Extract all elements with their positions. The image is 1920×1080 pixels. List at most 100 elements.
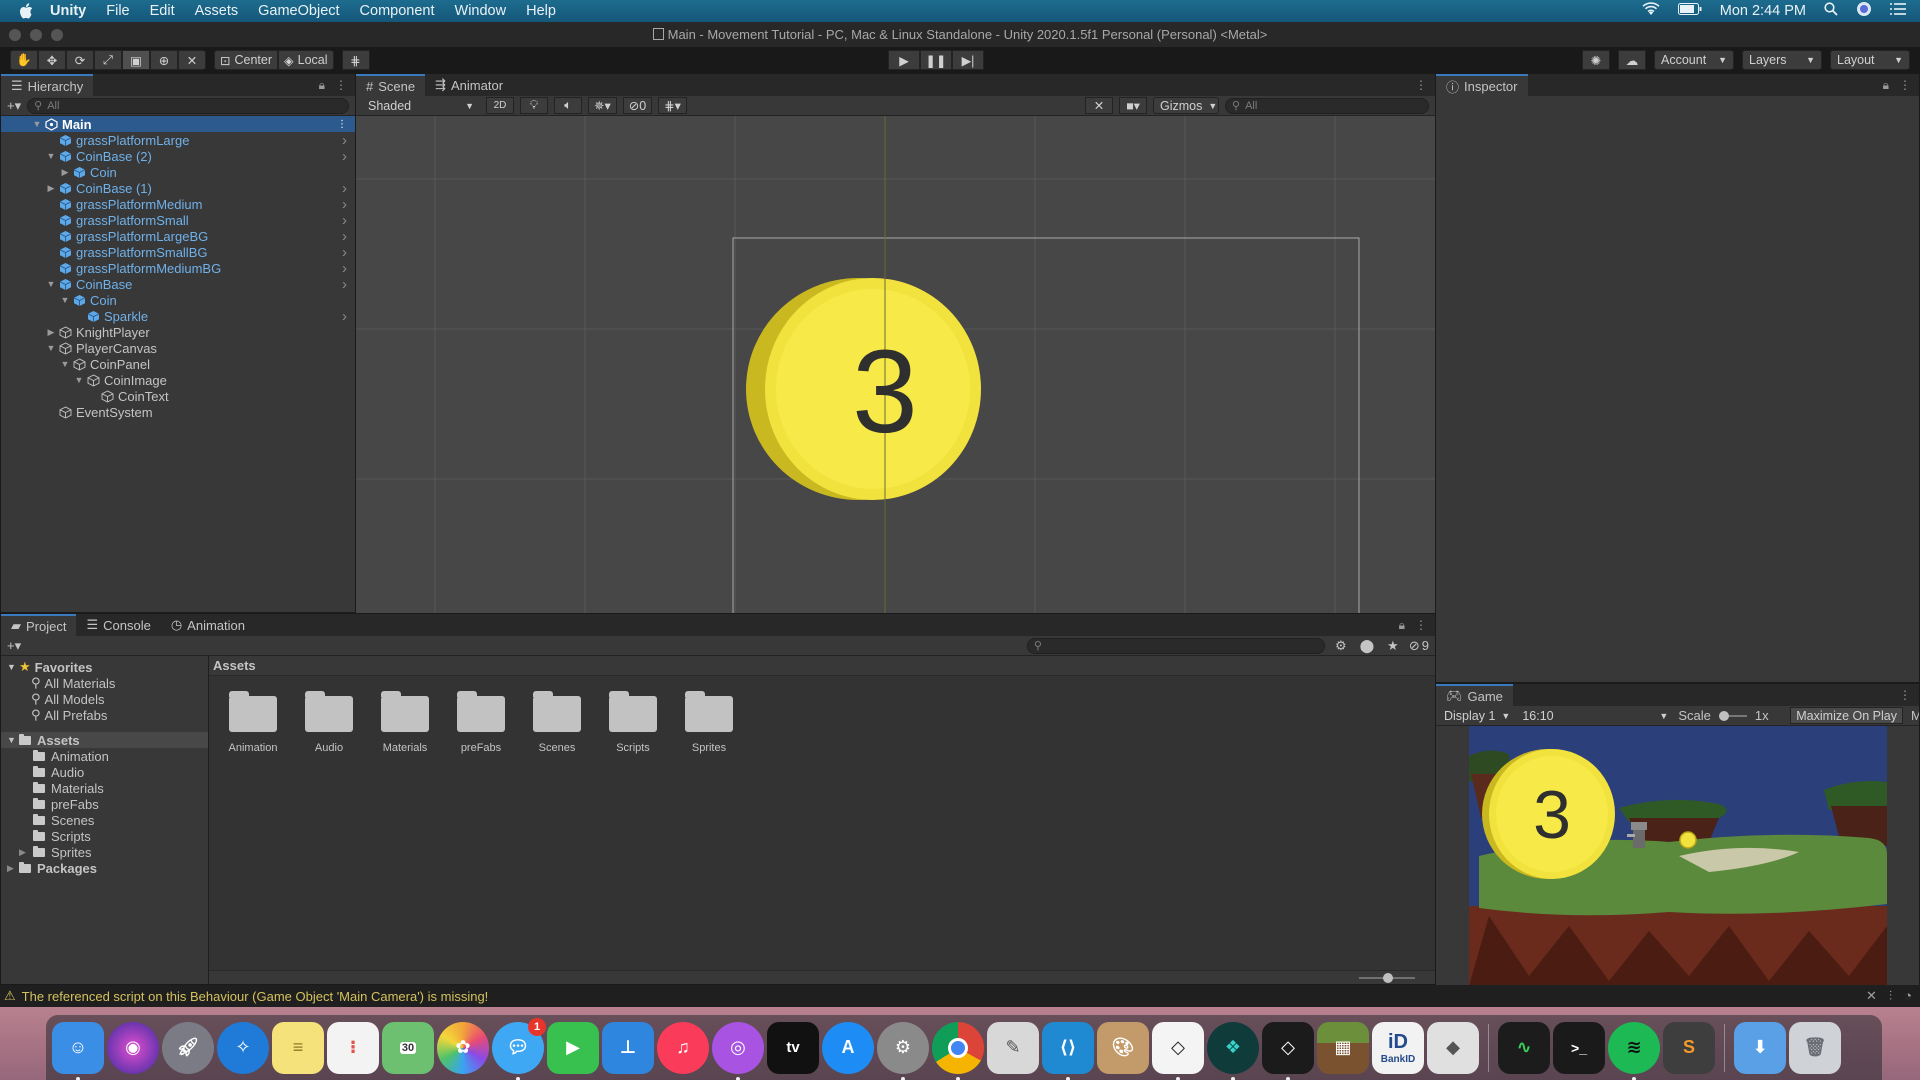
favorite-star-icon[interactable]: ★ bbox=[1383, 638, 1403, 654]
hierarchy-item[interactable]: ▼ CoinBase › bbox=[1, 276, 355, 293]
expand-arrow-icon[interactable]: ▶ bbox=[19, 847, 33, 858]
maximize-on-play-toggle[interactable]: Maximize On Play bbox=[1790, 707, 1903, 724]
chevron-right-icon[interactable]: › bbox=[342, 180, 347, 197]
hierarchy-item[interactable]: ▶ Coin bbox=[1, 164, 355, 180]
asset-folder-tile[interactable]: Scripts bbox=[602, 691, 664, 754]
hidden-packages-toggle[interactable]: ⊘ 9 bbox=[1409, 638, 1429, 654]
more-icon[interactable]: ⋮ bbox=[335, 78, 347, 93]
asset-folder-tile[interactable]: Sprites bbox=[678, 691, 740, 754]
more-icon[interactable]: ⋮ bbox=[1899, 688, 1911, 702]
scene-search-input[interactable]: ⚲ All bbox=[1225, 97, 1429, 114]
tab-inspector[interactable]: ⓘ Inspector bbox=[1436, 74, 1528, 96]
account-dropdown[interactable]: Account ▼ bbox=[1654, 50, 1734, 70]
tab-animation[interactable]: ◷ Animation bbox=[160, 614, 255, 636]
breadcrumb-assets[interactable]: Assets bbox=[213, 658, 256, 673]
spotify-icon[interactable]: ≋ bbox=[1608, 1021, 1660, 1080]
menu-window[interactable]: Window bbox=[445, 3, 517, 19]
favorite-item[interactable]: ⚲ All Prefabs bbox=[1, 707, 208, 723]
hierarchy-item[interactable]: ▼ Coin bbox=[1, 292, 355, 308]
hierarchy-item[interactable]: grassPlatformMediumBG › bbox=[1, 260, 355, 277]
asset-folder-item[interactable]: Materials bbox=[1, 780, 208, 796]
more-icon[interactable]: ⋮ bbox=[1899, 78, 1911, 93]
asset-folder-item[interactable]: Scenes bbox=[1, 812, 208, 828]
scene-viewport[interactable]: 3 bbox=[356, 116, 1435, 613]
asset-folder-item[interactable]: Animation bbox=[1, 748, 208, 764]
rect-tool-button[interactable]: ▣ bbox=[122, 50, 150, 70]
hierarchy-item[interactable]: ▼ CoinBase (2) › bbox=[1, 148, 355, 165]
grid-snap-button[interactable]: ⋕ bbox=[341, 50, 370, 70]
roblox-icon[interactable]: ◆ bbox=[1427, 1021, 1479, 1074]
chevron-right-icon[interactable]: › bbox=[342, 196, 347, 213]
menu-unity[interactable]: Unity bbox=[40, 3, 96, 19]
siri-icon[interactable] bbox=[1856, 1, 1872, 21]
activity-monitor-icon[interactable]: ∿ bbox=[1498, 1021, 1550, 1074]
slider-thumb[interactable] bbox=[1383, 973, 1393, 983]
launchpad-icon[interactable]: 🚀︎ bbox=[162, 1021, 214, 1074]
tab-scene[interactable]: # Scene bbox=[356, 74, 426, 96]
tab-hierarchy[interactable]: ☰ Hierarchy bbox=[1, 74, 94, 96]
menubar-clock[interactable]: Mon 2:44 PM bbox=[1720, 3, 1806, 19]
favorite-item[interactable]: ⚲ All Materials bbox=[1, 675, 208, 691]
hierarchy-item[interactable]: Sparkle › bbox=[1, 308, 355, 325]
camera-dropdown[interactable]: ■▾ bbox=[1119, 97, 1147, 114]
app-store-icon[interactable]: A bbox=[822, 1021, 874, 1074]
pivot-mode-button[interactable]: ⊡ Center bbox=[214, 50, 279, 70]
trash-icon[interactable]: 🗑︎ bbox=[1789, 1021, 1841, 1074]
move-tool-button[interactable]: ✥ bbox=[38, 50, 66, 70]
hierarchy-item[interactable]: grassPlatformSmallBG › bbox=[1, 244, 355, 261]
favorites-header[interactable]: ▼ ★ Favorites bbox=[1, 659, 208, 675]
messages-icon[interactable]: 💬︎ 1 bbox=[492, 1017, 546, 1080]
asset-folder-item[interactable]: preFabs bbox=[1, 796, 208, 812]
siri-dock-icon[interactable]: ◉ bbox=[107, 1021, 159, 1074]
expand-arrow-icon[interactable]: ▼ bbox=[73, 375, 85, 385]
menu-file[interactable]: File bbox=[96, 3, 139, 19]
notification-center-icon[interactable] bbox=[1890, 3, 1906, 19]
chevron-right-icon[interactable]: › bbox=[342, 308, 347, 325]
pause-button[interactable]: ❚❚ bbox=[920, 50, 952, 70]
chevron-right-icon[interactable]: › bbox=[342, 260, 347, 277]
tab-console[interactable]: ☰ Console bbox=[76, 614, 161, 636]
game-toolbar-overflow[interactable]: M bbox=[1911, 708, 1919, 723]
asset-folder-item[interactable]: ▶ Sprites bbox=[1, 844, 208, 860]
project-search-input[interactable]: ⚲ bbox=[1026, 637, 1325, 654]
chevron-right-icon[interactable]: › bbox=[342, 132, 347, 149]
expand-arrow-icon[interactable]: ▼ bbox=[45, 151, 57, 161]
hierarchy-item[interactable]: CoinText bbox=[1, 388, 355, 404]
chrome-icon[interactable] bbox=[932, 1021, 984, 1080]
facetime-icon[interactable]: ▶ bbox=[547, 1021, 599, 1074]
cloud-button[interactable]: ☁ bbox=[1618, 50, 1646, 70]
gitkraken-icon[interactable]: ❖ bbox=[1207, 1021, 1259, 1080]
more-icon[interactable]: ⋮ bbox=[1415, 78, 1427, 92]
play-button[interactable]: ▶ bbox=[888, 50, 920, 70]
chevron-right-icon[interactable]: › bbox=[342, 276, 347, 293]
keynote-icon[interactable]: ⊥ bbox=[602, 1021, 654, 1074]
scale-slider[interactable] bbox=[1718, 710, 1747, 721]
menu-edit[interactable]: Edit bbox=[140, 3, 185, 19]
chevron-right-icon[interactable]: › bbox=[342, 228, 347, 245]
asset-folder-tile[interactable]: Materials bbox=[374, 691, 436, 754]
layers-dropdown[interactable]: Layers ▼ bbox=[1742, 50, 1822, 70]
vscode-icon[interactable]: ⟨⟩ bbox=[1042, 1021, 1094, 1080]
more-icon[interactable]: ⋮ bbox=[1415, 618, 1427, 633]
auto-generate-icon[interactable]: ◔ bbox=[1904, 988, 1912, 1004]
search-by-type-icon[interactable]: ⚙ bbox=[1331, 638, 1351, 654]
tools-toggle[interactable]: ✕ bbox=[1085, 97, 1113, 114]
effects-toggle[interactable]: ✵▾ bbox=[588, 97, 617, 114]
reminders-icon[interactable]: ⁝ bbox=[327, 1021, 379, 1074]
console-status-bar[interactable]: ⚠ The referenced script on this Behaviou… bbox=[0, 985, 1920, 1007]
expand-arrow-icon[interactable]: ▶ bbox=[45, 327, 57, 338]
maps-icon[interactable]: 30 bbox=[382, 1021, 434, 1074]
audio-toggle[interactable]: 🔈︎ bbox=[554, 97, 582, 114]
notes-icon[interactable]: ≡ bbox=[272, 1021, 324, 1074]
expand-arrow-icon[interactable]: ▼ bbox=[59, 295, 71, 305]
safari-icon[interactable]: ✧ bbox=[217, 1021, 269, 1074]
expand-arrow-icon[interactable]: ▼ bbox=[45, 343, 57, 353]
debug-icon[interactable]: ✕ bbox=[1866, 988, 1877, 1004]
custom-tool-button[interactable]: ✕ bbox=[178, 50, 206, 70]
podcasts-icon[interactable]: ◎ bbox=[712, 1021, 764, 1080]
aspect-dropdown[interactable]: 16:10 ▼ bbox=[1520, 707, 1671, 724]
grid-toggle[interactable]: ⋕▾ bbox=[658, 97, 687, 114]
game-view[interactable]: 3 bbox=[1469, 726, 1887, 986]
wifi-icon[interactable] bbox=[1642, 2, 1660, 20]
system-preferences-icon[interactable]: ⚙ bbox=[877, 1021, 929, 1080]
